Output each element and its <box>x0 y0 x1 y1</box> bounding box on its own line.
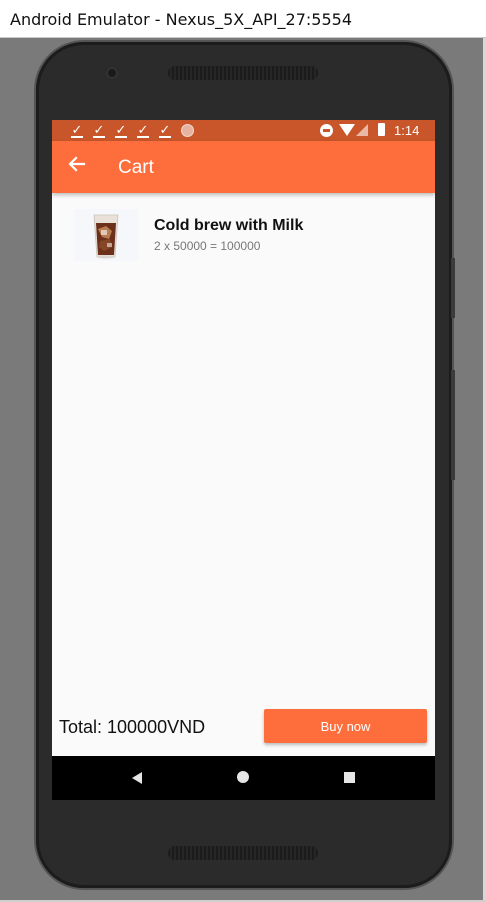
emulator-title: Android Emulator - Nexus_5X_API_27:5554 <box>10 10 353 29</box>
nav-recents-icon[interactable] <box>344 772 355 783</box>
item-price-detail: 2 x 50000 = 100000 <box>154 239 261 253</box>
cell-signal-icon <box>356 124 368 136</box>
item-name: Cold brew with Milk <box>154 217 304 234</box>
device-screen: ✓ ✓ ✓ ✓ ✓ 1:14 Cart Cold brew with Milk … <box>52 120 435 800</box>
power-button[interactable] <box>451 258 455 318</box>
product-image <box>74 209 138 261</box>
app-bar: Cart <box>52 141 435 193</box>
page-title: Cart <box>118 157 154 178</box>
cart-item[interactable]: Cold brew with Milk 2 x 50000 = 100000 <box>74 209 414 263</box>
top-speaker <box>168 66 318 80</box>
total-label: Total: 100000VND <box>59 717 206 737</box>
arrow-left-icon-svg <box>68 156 86 172</box>
volume-button[interactable] <box>451 370 455 480</box>
battery-icon <box>378 123 385 136</box>
status-bar: ✓ ✓ ✓ ✓ ✓ 1:14 <box>52 120 435 141</box>
do-not-disturb-icon <box>320 124 333 137</box>
emulator-title-bar: Android Emulator - Nexus_5X_API_27:5554 <box>0 0 486 38</box>
navigation-bar <box>52 756 435 800</box>
buy-now-button[interactable]: Buy now <box>264 709 427 743</box>
check-icon: ✓ <box>137 122 149 138</box>
nav-back-icon[interactable] <box>132 772 142 784</box>
bottom-speaker <box>168 846 318 860</box>
nav-home-icon[interactable] <box>237 771 249 783</box>
arrow-left-icon[interactable] <box>64 154 90 180</box>
notification-dot-icon <box>181 124 194 137</box>
front-camera <box>106 67 118 79</box>
iced-coffee-icon <box>74 209 138 261</box>
check-icon: ✓ <box>115 122 127 138</box>
status-time: 1:14 <box>394 123 420 138</box>
check-icon: ✓ <box>159 122 171 138</box>
wifi-icon <box>339 124 355 136</box>
check-icon: ✓ <box>71 122 83 138</box>
check-icon: ✓ <box>93 122 105 138</box>
